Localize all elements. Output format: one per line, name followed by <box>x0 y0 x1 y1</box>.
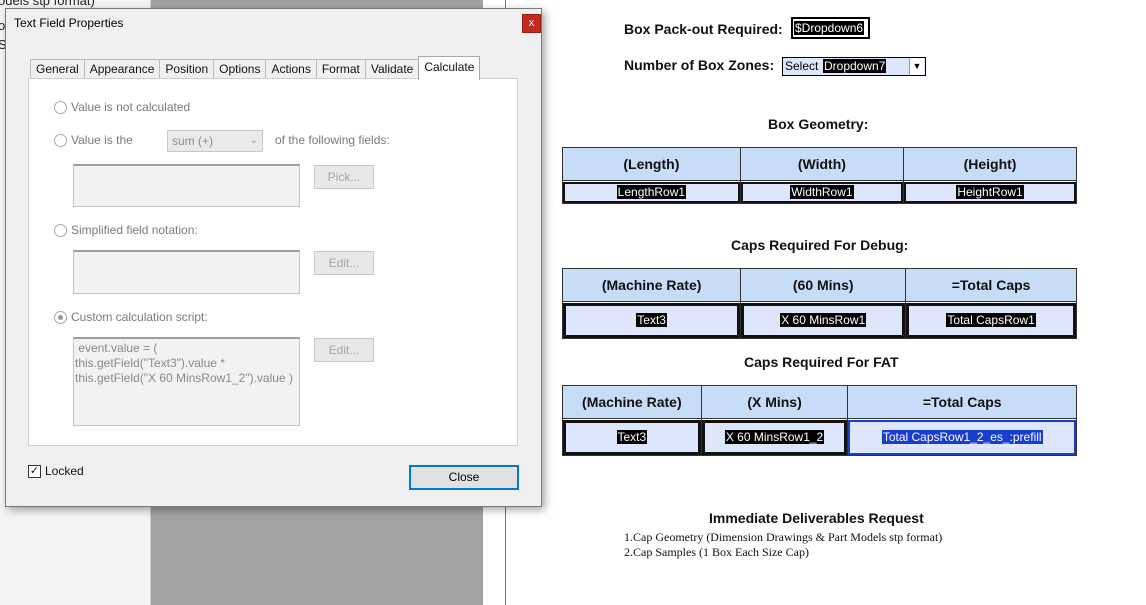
table-cell: LengthRow1 <box>562 180 741 204</box>
fat-mins-field[interactable]: X 60 MinsRow1_2 <box>701 419 848 455</box>
table-header: (Length) <box>562 147 741 181</box>
tab-calculate[interactable]: Calculate <box>418 56 481 80</box>
fat-machine-rate-field[interactable]: Text3 <box>563 419 701 455</box>
radio-label: Value is the <box>71 133 133 147</box>
geometry-title: Box Geometry: <box>768 116 869 132</box>
field-label: X 60 MinsRow1_2 <box>724 430 825 444</box>
custom-script-box[interactable]: event.value = ( this.getField("Text3").v… <box>73 337 300 426</box>
of-following-label: of the following fields: <box>275 133 390 147</box>
tab-bar: General Appearance Position Options Acti… <box>30 56 481 80</box>
table-cell: Total CapsRow1_2_es_:prefill <box>847 418 1077 456</box>
debug-title: Caps Required For Debug: <box>731 237 909 253</box>
table-cell: X 60 MinsRow1_2 <box>700 418 849 456</box>
table-cell: Total CapsRow1 <box>905 301 1077 339</box>
table-cell: HeightRow1 <box>903 180 1077 204</box>
background-text-fragment: odels stp format) <box>0 0 95 8</box>
simplified-notation-box[interactable] <box>73 250 300 294</box>
table-header: (Width) <box>739 147 905 181</box>
table-header: =Total Caps <box>847 385 1077 419</box>
radio-not-calculated[interactable]: Value is not calculated <box>54 100 190 114</box>
radio-simplified[interactable]: Simplified field notation: <box>54 223 198 237</box>
tab-validate[interactable]: Validate <box>364 59 420 79</box>
locked-label: Locked <box>45 464 84 478</box>
field-label: LengthRow1 <box>616 185 687 199</box>
pack-out-dropdown[interactable]: $Dropdown6 <box>791 17 870 39</box>
dialog-title: Text Field Properties <box>14 16 124 30</box>
sixty-mins-field[interactable]: X 60 MinsRow1 <box>741 302 906 338</box>
height-field[interactable]: HeightRow1 <box>904 181 1076 203</box>
length-field[interactable]: LengthRow1 <box>563 181 740 203</box>
zones-value: Dropdown7 <box>823 59 887 73</box>
total-caps-field[interactable]: Total CapsRow1 <box>906 302 1076 338</box>
pack-out-value: $Dropdown6 <box>794 21 865 35</box>
script-line: this.getField("X 60 MinsRow1_2").value ) <box>75 371 293 385</box>
pack-out-label: Box Pack-out Required: <box>624 21 783 37</box>
table-header: (Machine Rate) <box>561 268 742 302</box>
edit-script-button[interactable]: Edit... <box>314 338 374 362</box>
tab-actions[interactable]: Actions <box>265 59 317 79</box>
field-label: HeightRow1 <box>956 185 1024 199</box>
tab-options[interactable]: Options <box>213 59 267 79</box>
script-text: event.value = ( this.getField("Text3").v… <box>75 341 293 386</box>
script-line: this.getField("Text3").value * <box>75 356 225 370</box>
text-field-properties-dialog: Text Field Properties x General Appearan… <box>5 8 542 507</box>
checkmark-icon: ✓ <box>28 464 41 478</box>
field-label: Total CapsRow1 <box>946 313 1036 327</box>
tab-general[interactable]: General <box>30 59 85 79</box>
table-header: =Total Caps <box>905 268 1077 302</box>
edit-simplified-button[interactable]: Edit... <box>314 251 374 275</box>
zones-dropdown[interactable]: Select Dropdown7 ▼ <box>782 57 926 76</box>
radio-value-is[interactable]: Value is the <box>54 133 133 147</box>
select-value: sum (+) <box>172 134 214 148</box>
table-header: (Machine Rate) <box>562 385 702 419</box>
deliverable-item: 2.Cap Samples (1 Box Each Size Cap) <box>624 545 809 559</box>
radio-icon <box>54 100 67 114</box>
script-line: event.value = ( <box>75 341 158 355</box>
field-label: X 60 MinsRow1 <box>780 313 867 327</box>
table-cell: WidthRow1 <box>739 180 905 204</box>
geometry-table: (Length) (Width) (Height) LengthRow1 Wid… <box>562 147 1077 204</box>
tab-position[interactable]: Position <box>159 59 215 79</box>
field-label: Text3 <box>616 430 648 444</box>
width-field[interactable]: WidthRow1 <box>740 181 904 203</box>
dropdown-arrow-icon[interactable]: ▼ <box>909 58 924 75</box>
radio-icon <box>54 133 67 147</box>
zones-select-text: Select <box>785 59 819 73</box>
radio-label: Value is not calculated <box>71 100 191 114</box>
fat-total-caps-field[interactable]: Total CapsRow1_2_es_:prefill <box>848 419 1076 455</box>
zones-label: Number of Box Zones: <box>624 57 775 73</box>
pdf-page: Box Pack-out Required: $Dropdown6 Number… <box>505 0 1146 605</box>
deliverable-item: 1.Cap Geometry (Dimension Drawings & Par… <box>624 530 943 544</box>
field-label: Text3 <box>636 313 667 327</box>
function-select[interactable]: sum (+) ⌄ <box>167 130 263 152</box>
fat-title: Caps Required For FAT <box>744 354 899 370</box>
close-icon[interactable]: x <box>522 14 541 33</box>
radio-icon <box>54 223 67 237</box>
radio-label: Custom calculation script: <box>71 310 208 324</box>
table-cell: Text3 <box>562 418 702 456</box>
field-label: WidthRow1 <box>790 185 854 199</box>
pick-button[interactable]: Pick... <box>314 165 374 189</box>
table-header: (X Mins) <box>700 385 849 419</box>
chevron-down-icon: ⌄ <box>249 135 258 146</box>
fat-table: (Machine Rate) (X Mins) =Total Caps Text… <box>562 385 1077 456</box>
deliverables-title: Immediate Deliverables Request <box>709 510 924 526</box>
radio-icon <box>54 310 67 324</box>
field-label: Total CapsRow1_2_es_:prefill <box>881 430 1043 444</box>
close-button[interactable]: Close <box>409 465 519 490</box>
radio-label: Simplified field notation: <box>71 223 198 237</box>
locked-checkbox[interactable]: ✓ Locked <box>28 464 84 478</box>
table-cell: X 60 MinsRow1 <box>740 301 907 339</box>
fields-list-box[interactable] <box>73 164 300 207</box>
table-header: (60 Mins) <box>740 268 907 302</box>
tab-format[interactable]: Format <box>315 59 366 79</box>
debug-table: (Machine Rate) (60 Mins) =Total Caps Tex… <box>561 268 1077 339</box>
calculate-panel: Value is not calculated Value is the sum… <box>28 78 518 446</box>
radio-custom-script[interactable]: Custom calculation script: <box>54 310 208 324</box>
tab-appearance[interactable]: Appearance <box>83 59 161 79</box>
machine-rate-field[interactable]: Text3 <box>563 302 741 338</box>
table-cell: Text3 <box>561 301 742 339</box>
table-header: (Height) <box>903 147 1077 181</box>
